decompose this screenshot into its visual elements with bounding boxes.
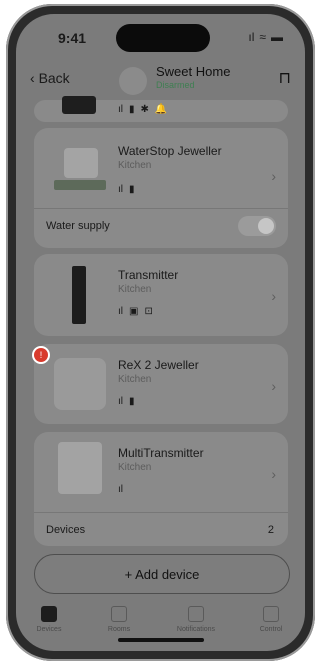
power-icon: ▣	[129, 306, 139, 317]
rooms-icon	[111, 606, 127, 622]
tab-bar: Devices Rooms Notifications Control	[16, 604, 305, 651]
device-thumb	[50, 266, 110, 326]
signal-icon: ıl	[118, 306, 123, 317]
divider	[34, 208, 288, 209]
device-thumb	[62, 96, 96, 114]
bluetooth-icon: ✱	[140, 104, 149, 115]
device-room: Kitchen	[118, 284, 152, 295]
device-status-icons: ıl ▣ ⊡	[118, 306, 153, 317]
lock-icon[interactable]: ⊓	[279, 68, 291, 88]
devices-icon	[41, 606, 57, 622]
device-name: ReX 2 Jeweller	[118, 358, 199, 372]
tab-label: Rooms	[107, 626, 131, 633]
page-subtitle: Disarmed	[156, 80, 195, 90]
device-thumb	[50, 442, 110, 502]
screen: 9:41 ıl ≈ ▬ ‹ Back Sweet Home Disarmed ⊓…	[16, 14, 305, 651]
device-card-transmitter[interactable]: Transmitter Kitchen ıl ▣ ⊡ ›	[34, 254, 288, 336]
back-label: Back	[38, 70, 70, 86]
device-name: Transmitter	[118, 268, 179, 282]
device-name: MultiTransmitter	[118, 446, 204, 460]
battery-icon: ▬	[271, 30, 283, 44]
device-status-icons: ıl	[118, 484, 123, 495]
back-button[interactable]: ‹ Back	[30, 70, 70, 86]
tab-label: Devices	[36, 626, 62, 633]
dynamic-island	[116, 24, 210, 52]
wifi-icon: ≈	[259, 30, 266, 44]
device-status-icons: ıl ▮ ✱ 🔔	[118, 104, 167, 115]
signal-icon: ıl	[118, 396, 123, 407]
status-time: 9:41	[58, 30, 87, 46]
signal-icon: ıl	[248, 30, 255, 44]
device-room: Kitchen	[118, 374, 152, 385]
top-nav: ‹ Back Sweet Home Disarmed ⊓	[16, 58, 305, 100]
battery-icon: ▮	[129, 184, 135, 195]
device-status-icons: ıl ▮	[118, 184, 135, 195]
tab-control[interactable]: Control	[240, 606, 302, 633]
signal-icon: ıl	[118, 104, 123, 115]
signal-icon: ıl	[118, 184, 123, 195]
tab-devices[interactable]: Devices	[18, 606, 80, 633]
chevron-right-icon: ›	[271, 168, 276, 184]
device-card-waterstop[interactable]: WaterStop Jeweller Kitchen ıl ▮ › Water …	[34, 128, 288, 248]
page-title: Sweet Home	[156, 64, 231, 79]
control-icon	[263, 606, 279, 622]
phone-frame: 9:41 ıl ≈ ▬ ‹ Back Sweet Home Disarmed ⊓…	[6, 4, 315, 661]
tamper-icon: ⊡	[144, 306, 153, 317]
device-name: WaterStop Jeweller	[118, 144, 222, 158]
divider	[34, 512, 288, 513]
device-room: Kitchen	[118, 462, 152, 473]
device-card-partial[interactable]: ıl ▮ ✱ 🔔	[34, 96, 288, 122]
status-icons: ıl ≈ ▬	[248, 30, 283, 44]
bell-icon: 🔔	[154, 104, 168, 115]
battery-icon: ▮	[129, 104, 135, 115]
tab-label: Control	[259, 626, 283, 633]
device-room: Kitchen	[118, 160, 152, 171]
water-supply-toggle[interactable]	[238, 216, 276, 236]
device-thumb	[50, 354, 110, 414]
devices-count: 2	[267, 524, 274, 536]
device-thumb	[50, 142, 110, 202]
chevron-left-icon: ‹	[30, 70, 35, 86]
chevron-right-icon: ›	[271, 378, 276, 394]
alert-badge: !	[34, 348, 48, 362]
tab-rooms[interactable]: Rooms	[88, 606, 150, 633]
devices-label: Devices	[46, 524, 86, 536]
chevron-right-icon: ›	[271, 466, 276, 482]
status-bar: 9:41 ıl ≈ ▬	[16, 14, 305, 58]
hub-icon	[119, 67, 147, 95]
home-indicator	[118, 638, 204, 642]
water-supply-label: Water supply	[46, 220, 110, 232]
device-status-icons: ıl ▮	[118, 396, 135, 407]
add-device-button[interactable]: + Add device	[34, 554, 290, 594]
tab-notifications[interactable]: Notifications	[165, 606, 227, 633]
notifications-icon	[188, 606, 204, 622]
device-card-multitransmitter[interactable]: MultiTransmitter Kitchen ıl › Devices 2	[34, 432, 288, 546]
chevron-right-icon: ›	[271, 288, 276, 304]
signal-icon: ıl	[118, 484, 123, 495]
device-card-rex2[interactable]: ReX 2 Jeweller Kitchen ıl ▮ ›	[34, 344, 288, 424]
battery-icon: ▮	[129, 396, 135, 407]
tab-label: Notifications	[176, 626, 216, 633]
